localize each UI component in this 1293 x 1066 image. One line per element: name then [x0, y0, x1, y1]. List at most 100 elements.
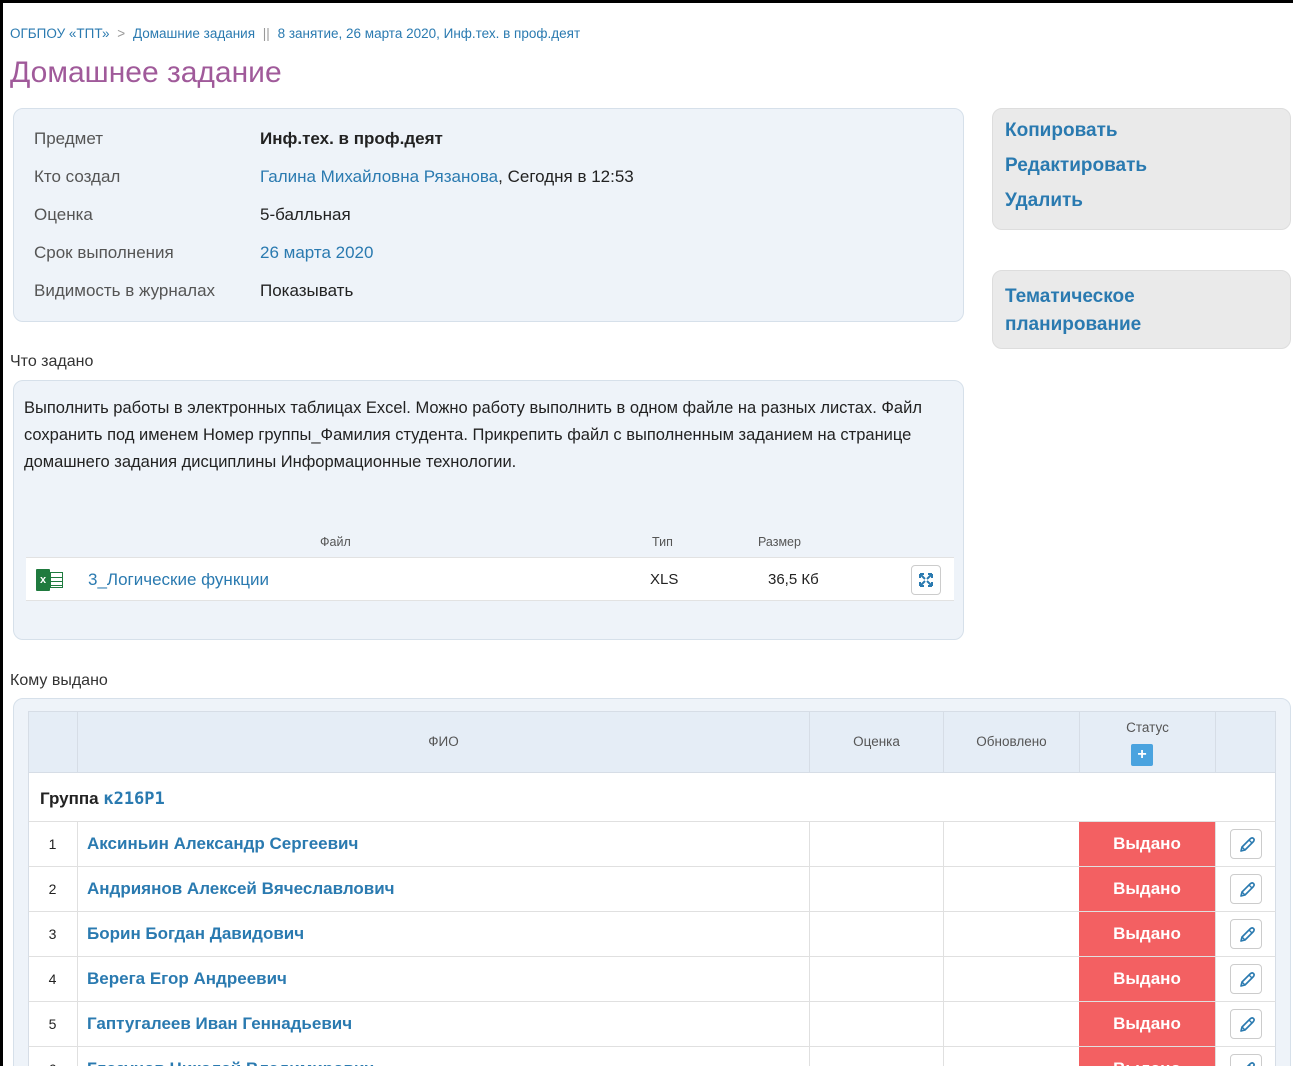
grade-column-header: Оценка: [809, 712, 943, 774]
task-section-label: Что задано: [10, 353, 94, 370]
excel-file-icon: x: [36, 569, 64, 591]
edit-grade-button[interactable]: [1230, 919, 1262, 949]
actions-panel: Копировать Редактировать Удалить: [992, 108, 1291, 230]
pencil-icon: [1240, 927, 1255, 942]
fio-column-header: ФИО: [77, 712, 809, 774]
status-badge[interactable]: Выдано: [1079, 822, 1215, 866]
planning-panel: Тематическое планирование: [992, 270, 1291, 349]
student-name-link[interactable]: Андриянов Алексей Вячеславлович: [87, 879, 395, 899]
row-number: 2: [48, 881, 57, 897]
issued-panel: ФИО Оценка Обновлено Статус + Группа к21…: [13, 698, 1291, 1066]
student-name-link[interactable]: Верега Егор Андреевич: [87, 969, 287, 989]
student-name-link[interactable]: Гаптугалеев Иван Геннадьевич: [87, 1014, 352, 1034]
homework-info-panel: Предмет Инф.тех. в проф.деят Кто создал …: [13, 108, 964, 322]
size-column-header: Размер: [758, 535, 801, 549]
actions-column-header: [1215, 712, 1277, 774]
updated-cell: [943, 957, 1079, 1001]
creator-name-link[interactable]: Галина Михайловна Рязанова: [260, 167, 498, 186]
updated-cell: [943, 1047, 1079, 1066]
status-badge[interactable]: Выдано: [1079, 912, 1215, 956]
creator-label: Кто создал: [34, 167, 121, 186]
grade-label: Оценка: [34, 205, 93, 224]
add-status-button[interactable]: +: [1131, 744, 1153, 766]
grade-cell: [809, 912, 943, 956]
pencil-icon: [1240, 882, 1255, 897]
breadcrumb-separator: >: [117, 26, 126, 41]
student-name-link[interactable]: Глазунов Николай Владимирович: [87, 1059, 374, 1066]
visibility-value: Показывать: [260, 281, 354, 300]
frame-top-border: [0, 0, 1293, 3]
subject-label: Предмет: [34, 129, 104, 148]
pencil-icon: [1240, 972, 1255, 987]
status-column-header: Статус +: [1079, 712, 1215, 774]
grade-cell: [809, 1002, 943, 1046]
updated-cell: [943, 822, 1079, 866]
task-panel: Выполнить работы в электронных таблицах …: [13, 380, 964, 640]
copy-link[interactable]: Копировать: [1005, 120, 1118, 142]
thematic-planning-link[interactable]: Тематическое планирование: [1005, 283, 1205, 339]
deadline-link[interactable]: 26 марта 2020: [260, 243, 373, 263]
edit-grade-button[interactable]: [1230, 829, 1262, 859]
student-name-link[interactable]: Борин Богдан Давидович: [87, 924, 304, 944]
file-column-header: Файл: [320, 535, 351, 549]
edit-link[interactable]: Редактировать: [1005, 155, 1147, 177]
row-number: 6: [29, 1061, 76, 1066]
attachment-file-link[interactable]: 3_Логические функции: [88, 570, 269, 590]
students-table-header: ФИО Оценка Обновлено Статус +: [28, 711, 1277, 774]
group-link[interactable]: к216Р1: [103, 789, 164, 809]
pencil-icon: [1240, 1017, 1255, 1032]
breadcrumb-org[interactable]: ОГБПОУ «ТПТ»: [10, 26, 110, 41]
delete-link[interactable]: Удалить: [1005, 190, 1083, 212]
task-description: Выполнить работы в электронных таблицах …: [24, 399, 922, 471]
pencil-icon: [1240, 837, 1255, 852]
status-badge[interactable]: Выдано: [1079, 1002, 1215, 1046]
grade-cell: [809, 957, 943, 1001]
expand-arrows-icon: [919, 573, 933, 587]
table-row: 4 Верега Егор Андреевич Выдано: [28, 957, 1276, 1002]
visibility-label: Видимость в журналах: [34, 281, 216, 300]
breadcrumb: ОГБПОУ «ТПТ» > Домашние задания || 8 зан…: [10, 26, 580, 41]
grade-cell: [809, 822, 943, 866]
table-row: 5 Гаптугалеев Иван Геннадьевич Выдано: [28, 1002, 1276, 1047]
group-prefix: Группа: [40, 789, 99, 808]
table-row: 6 Глазунов Николай Владимирович Выдано: [28, 1047, 1276, 1066]
status-badge[interactable]: Выдано: [1079, 957, 1215, 1001]
grade-cell: [809, 867, 943, 911]
status-badge[interactable]: Выдано: [1079, 1047, 1215, 1066]
row-number: 5: [48, 1016, 57, 1032]
grade-cell: [809, 1047, 943, 1066]
attachment-row: x 3_Логические функции XLS 36,5 Кб: [26, 557, 954, 601]
pencil-icon: [1246, 1062, 1255, 1066]
updated-column-header: Обновлено: [943, 712, 1079, 774]
edit-grade-button[interactable]: [1230, 874, 1262, 904]
updated-cell: [943, 912, 1079, 956]
subject-value: Инф.тех. в проф.деят: [260, 129, 443, 148]
group-title: Группа к216Р1: [40, 789, 165, 809]
updated-cell: [943, 867, 1079, 911]
status-badge[interactable]: Выдано: [1079, 867, 1215, 911]
breadcrumb-lesson[interactable]: 8 занятие, 26 марта 2020, Инф.тех. в про…: [278, 26, 581, 41]
student-name-link[interactable]: Аксиньин Александр Сергеевич: [87, 834, 358, 854]
attachment-size: 36,5 Кб: [768, 571, 819, 588]
row-number: 1: [48, 836, 57, 852]
breadcrumb-separator: ||: [262, 26, 270, 41]
creator-time: , Сегодня в 12:53: [498, 167, 634, 186]
table-row: 2 Андриянов Алексей Вячеславлович Выдано: [28, 867, 1276, 912]
row-number: 4: [48, 971, 57, 987]
edit-grade-button[interactable]: [1230, 1009, 1262, 1039]
table-row: 3 Борин Богдан Давидович Выдано: [28, 912, 1276, 957]
frame-left-border: [0, 0, 3, 1066]
edit-grade-button[interactable]: [1230, 1054, 1262, 1066]
attachment-type: XLS: [650, 571, 679, 588]
type-column-header: Тип: [652, 535, 673, 549]
edit-grade-button[interactable]: [1230, 964, 1262, 994]
row-number: 3: [48, 926, 57, 942]
creator-value: Галина Михайловна Рязанова, Сегодня в 12…: [260, 167, 634, 187]
breadcrumb-homework[interactable]: Домашние задания: [133, 26, 255, 41]
updated-cell: [943, 1002, 1079, 1046]
issued-section-label: Кому выдано: [10, 672, 108, 689]
grade-value: 5-балльная: [260, 205, 351, 224]
deadline-label: Срок выполнения: [34, 243, 174, 262]
share-attachment-button[interactable]: [911, 565, 941, 595]
page-title: Домашнее задание: [10, 56, 282, 89]
